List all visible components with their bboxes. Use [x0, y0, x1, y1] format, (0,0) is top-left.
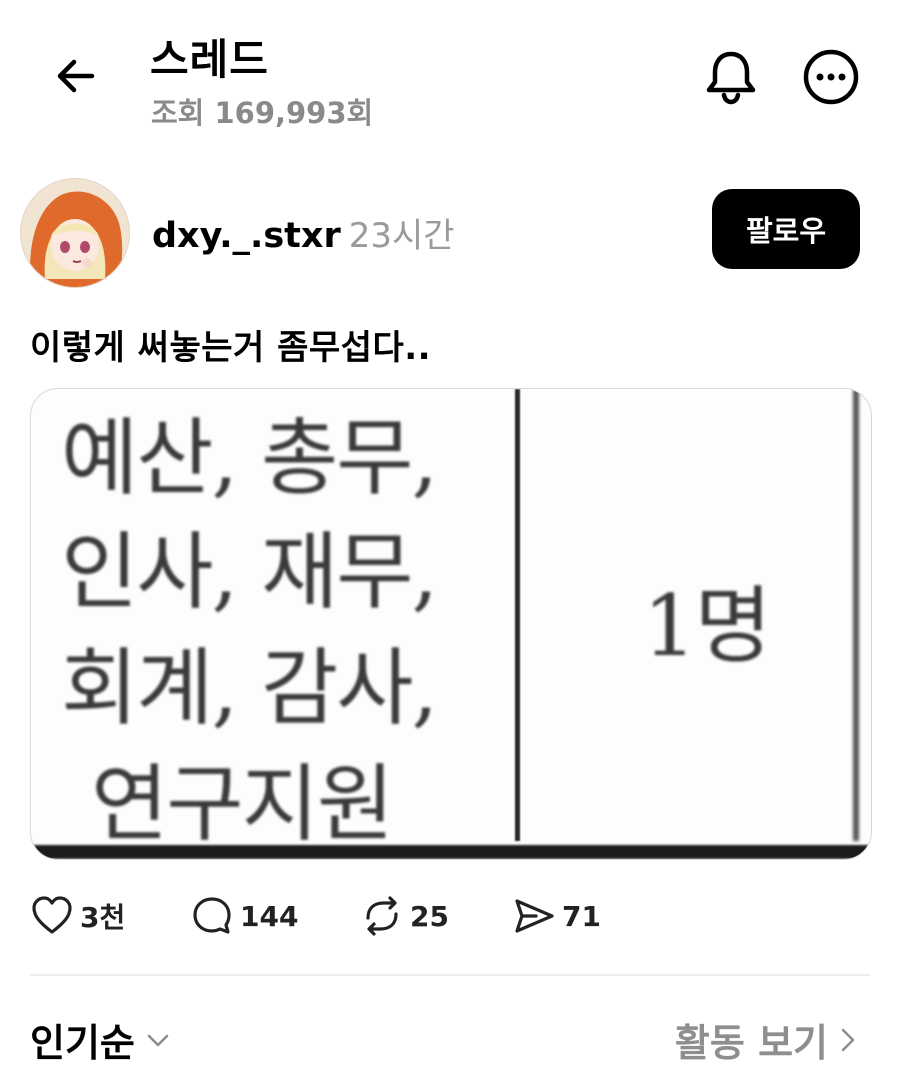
section-divider	[30, 974, 870, 976]
more-options-icon[interactable]	[800, 46, 862, 108]
image-text-line: 회계, 감사,	[61, 639, 438, 737]
follow-button[interactable]: 팔로우	[712, 189, 860, 269]
comment-icon	[193, 897, 231, 934]
image-table-edge	[853, 389, 859, 841]
sort-label: 인기순	[30, 1021, 135, 1065]
post-text: 이렇게 써놓는거 좀무섭다..	[30, 328, 432, 368]
activity-label: 활동 보기	[674, 1021, 828, 1065]
image-text-line: 연구지원	[91, 755, 394, 853]
author-meta: dxy._.stxr 23시간	[152, 208, 455, 257]
image-count-text: 1명	[643, 577, 772, 675]
view-count: 조회 169,993회	[151, 96, 374, 130]
chevron-down-icon	[147, 1034, 169, 1046]
image-text-line: 예산, 총무,	[61, 409, 438, 507]
comment-button[interactable]: 144	[190, 894, 298, 938]
chevron-right-icon	[841, 1028, 855, 1051]
back-arrow-icon[interactable]	[48, 48, 104, 104]
like-button[interactable]: 3천	[30, 894, 125, 938]
heart-icon	[32, 896, 72, 934]
sort-dropdown[interactable]: 인기순	[30, 1012, 173, 1067]
share-count: 71	[562, 899, 601, 933]
bell-icon[interactable]	[700, 46, 762, 108]
post-image[interactable]: 예산, 총무, 인사, 재무, 회계, 감사, 연구지원 1명	[30, 388, 872, 860]
repost-count: 25	[410, 899, 449, 933]
username[interactable]: dxy._.stxr	[152, 216, 341, 256]
repost-button[interactable]: 25	[360, 894, 449, 938]
send-icon	[515, 899, 554, 933]
share-button[interactable]: 71	[512, 894, 601, 938]
image-text-line: 인사, 재무,	[61, 523, 438, 621]
image-text-column: 예산, 총무, 인사, 재무, 회계, 감사, 연구지원	[31, 389, 491, 853]
like-count: 3천	[80, 901, 126, 934]
comment-count: 144	[240, 899, 299, 933]
image-table-bottom	[31, 845, 871, 859]
view-activity-link[interactable]: 활동 보기	[675, 1012, 860, 1067]
page-title: 스레드	[150, 35, 269, 84]
avatar[interactable]	[20, 178, 130, 288]
repost-icon	[366, 896, 398, 936]
image-table-divider	[515, 389, 520, 841]
thread-page: 스레드 조회 169,993회 dxy._.stxr 23시간 팔로우 이렇게 …	[0, 0, 900, 1092]
post-time: 23시간	[348, 216, 455, 256]
